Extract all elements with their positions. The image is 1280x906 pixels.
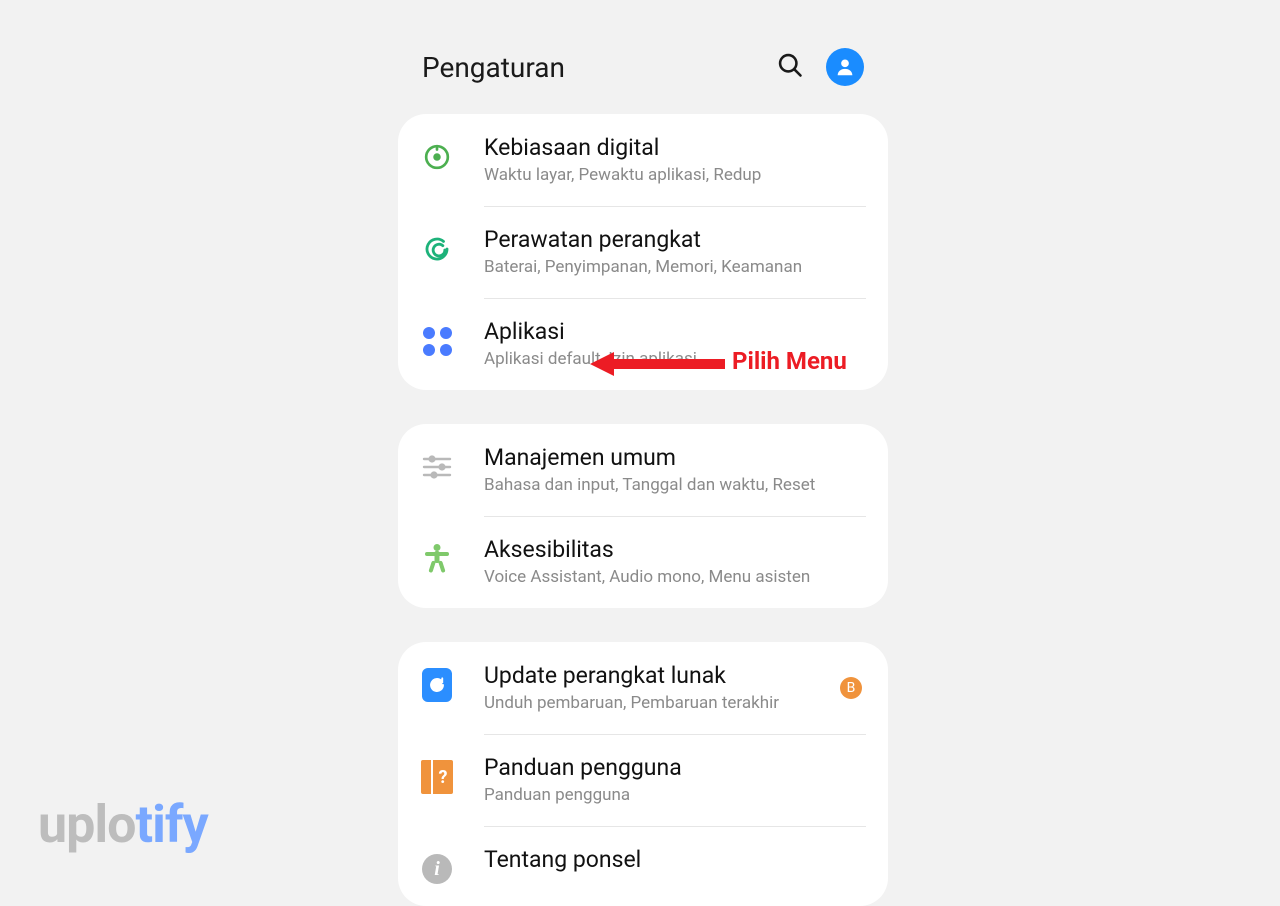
settings-item-title: Tentang ponsel xyxy=(484,846,866,875)
settings-item-device-care[interactable]: Perawatan perangkat Baterai, Penyimpanan… xyxy=(398,206,888,298)
settings-item-title: Panduan pengguna xyxy=(484,754,866,783)
update-badge: B xyxy=(840,677,862,699)
settings-item-text: Update perangkat lunak Unduh pembaruan, … xyxy=(484,662,830,714)
settings-item-subtitle: Waktu layar, Pewaktu aplikasi, Redup xyxy=(484,165,866,186)
settings-group-2: Manajemen umum Bahasa dan input, Tanggal… xyxy=(398,424,888,608)
settings-item-text: Aksesibilitas Voice Assistant, Audio mon… xyxy=(484,536,866,588)
settings-item-user-guide[interactable]: ? Panduan pengguna Panduan pengguna xyxy=(398,734,888,826)
settings-item-subtitle: Voice Assistant, Audio mono, Menu asiste… xyxy=(484,567,866,588)
settings-item-title: Update perangkat lunak xyxy=(484,662,830,691)
settings-item-title: Aksesibilitas xyxy=(484,536,866,565)
settings-item-text: Kebiasaan digital Waktu layar, Pewaktu a… xyxy=(484,134,866,186)
page-title: Pengaturan xyxy=(422,51,776,84)
accessibility-icon xyxy=(420,542,454,576)
settings-item-text: Aplikasi Aplikasi default, Izin aplikasi xyxy=(484,318,866,370)
settings-item-apps[interactable]: Aplikasi Aplikasi default, Izin aplikasi xyxy=(398,298,888,390)
settings-item-text: Tentang ponsel xyxy=(484,846,866,877)
profile-avatar-icon[interactable] xyxy=(826,48,864,86)
header: Pengaturan xyxy=(398,0,888,114)
user-guide-icon: ? xyxy=(420,760,454,794)
settings-screen: Pengaturan Kebiasa xyxy=(398,0,888,885)
settings-item-subtitle: Baterai, Penyimpanan, Memori, Keamanan xyxy=(484,257,866,278)
settings-item-general-management[interactable]: Manajemen umum Bahasa dan input, Tanggal… xyxy=(398,424,888,516)
settings-item-subtitle: Aplikasi default, Izin aplikasi xyxy=(484,349,866,370)
settings-item-title: Perawatan perangkat xyxy=(484,226,866,255)
settings-item-text: Manajemen umum Bahasa dan input, Tanggal… xyxy=(484,444,866,496)
settings-item-subtitle: Unduh pembaruan, Pembaruan terakhir xyxy=(484,693,830,714)
digital-wellbeing-icon xyxy=(420,140,454,174)
settings-item-accessibility[interactable]: Aksesibilitas Voice Assistant, Audio mon… xyxy=(398,516,888,608)
device-care-icon xyxy=(420,232,454,266)
general-management-icon xyxy=(420,450,454,484)
settings-item-subtitle: Panduan pengguna xyxy=(484,785,866,806)
settings-group-1: Kebiasaan digital Waktu layar, Pewaktu a… xyxy=(398,114,888,390)
watermark-part1: uplo xyxy=(38,794,136,855)
settings-item-about-phone[interactable]: i Tentang ponsel xyxy=(398,826,888,906)
apps-icon xyxy=(420,324,454,358)
search-icon[interactable] xyxy=(776,51,804,83)
header-actions xyxy=(776,48,872,86)
settings-item-digital-wellbeing[interactable]: Kebiasaan digital Waktu layar, Pewaktu a… xyxy=(398,114,888,206)
software-update-icon xyxy=(420,668,454,702)
settings-item-text: Panduan pengguna Panduan pengguna xyxy=(484,754,866,806)
about-phone-icon: i xyxy=(420,852,454,886)
settings-group-3: Update perangkat lunak Unduh pembaruan, … xyxy=(398,642,888,906)
settings-item-title: Kebiasaan digital xyxy=(484,134,866,163)
watermark-part2: tify xyxy=(136,794,208,855)
settings-item-title: Manajemen umum xyxy=(484,444,866,473)
settings-item-text: Perawatan perangkat Baterai, Penyimpanan… xyxy=(484,226,866,278)
watermark: uplotify xyxy=(38,794,208,855)
settings-item-subtitle: Bahasa dan input, Tanggal dan waktu, Res… xyxy=(484,475,866,496)
settings-item-software-update[interactable]: Update perangkat lunak Unduh pembaruan, … xyxy=(398,642,888,734)
settings-item-title: Aplikasi xyxy=(484,318,866,347)
